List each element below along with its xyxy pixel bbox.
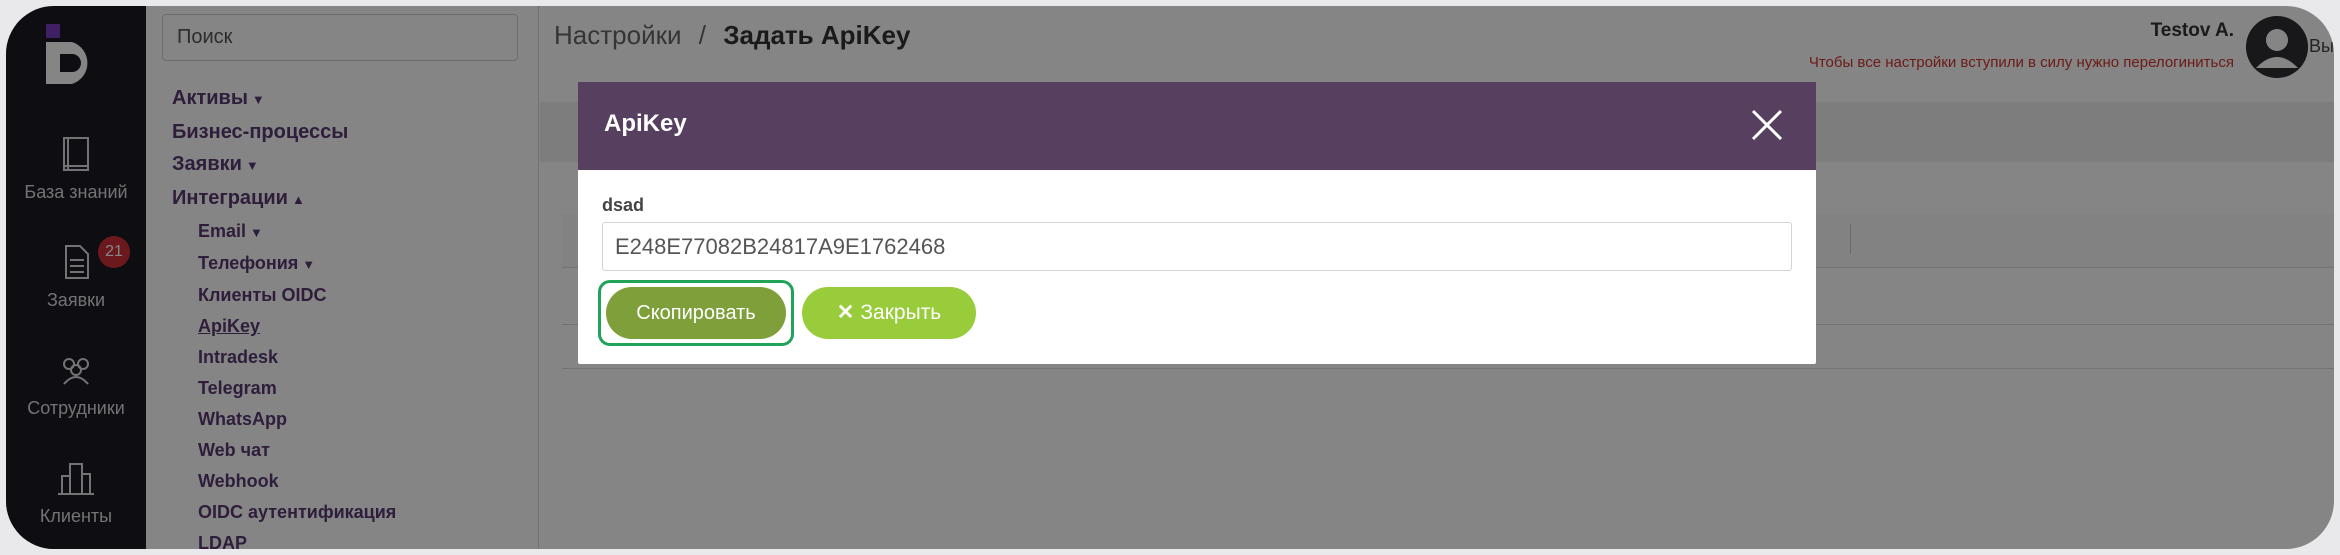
dialog-header: ApiKey xyxy=(578,82,1816,170)
apikey-field[interactable]: E248E77082B24817A9E1762468 xyxy=(602,222,1792,271)
copy-button[interactable]: Скопировать xyxy=(606,287,786,339)
close-x-icon: ✕ xyxy=(836,301,855,324)
apikey-field-label: dsad xyxy=(602,195,645,215)
dialog-title: ApiKey xyxy=(604,110,687,137)
close-button[interactable]: ✕ Закрыть xyxy=(802,287,976,339)
apikey-dialog: ApiKey dsad E248E77082B24817A9E1762468 С… xyxy=(578,82,1816,364)
app-window: База знаний Заявки 21 Сотрудники Клиенты… xyxy=(6,6,2334,549)
close-icon[interactable] xyxy=(1744,102,1790,148)
